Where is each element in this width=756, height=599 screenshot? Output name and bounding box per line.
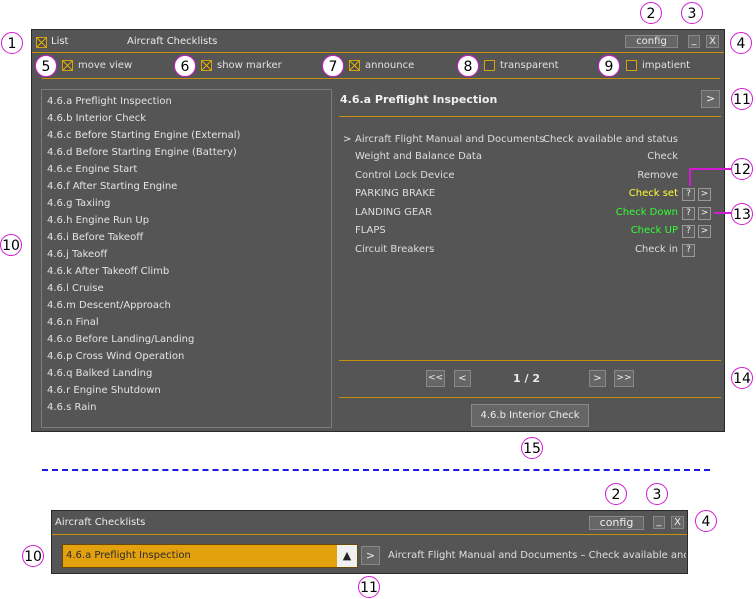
callout-4-compact: 4 (695, 510, 717, 532)
callout-2-compact: 2 (605, 483, 627, 505)
compact-window-title: Aircraft Checklists (55, 517, 146, 528)
callout-10-compact: 10 (22, 545, 44, 567)
compact-current-item: Aircraft Flight Manual and Documents – C… (388, 550, 686, 561)
selected-checklist-label: 4.6.a Preflight Inspection (66, 550, 191, 561)
compact-config-button[interactable]: config (589, 516, 644, 530)
checklist-selector[interactable]: 4.6.a Preflight Inspection ▲ (62, 544, 358, 568)
compact-minimize-button[interactable]: _ (653, 516, 665, 529)
compact-next-button[interactable]: > (361, 546, 380, 565)
callout-3-compact: 3 (646, 483, 668, 505)
dropdown-arrow-icon[interactable]: ▲ (337, 545, 357, 567)
compact-close-button[interactable]: X (671, 516, 684, 529)
callout-11-compact: 11 (358, 576, 380, 598)
section-separator (42, 469, 710, 471)
compact-title-divider (52, 534, 687, 535)
